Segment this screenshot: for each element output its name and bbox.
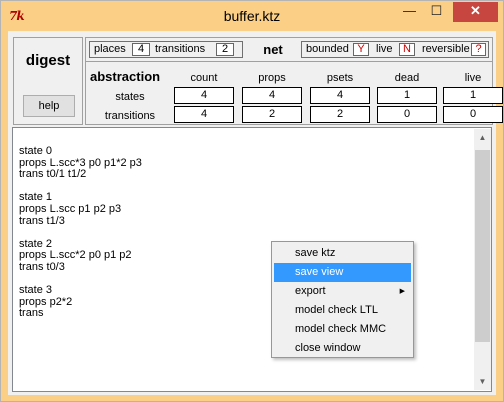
menu-item-save-ktz[interactable]: save ktz: [274, 244, 411, 263]
minimize-button[interactable]: —: [396, 2, 423, 22]
column-header-psets: psets: [326, 72, 354, 84]
transitions-label: transitions: [155, 43, 206, 55]
transitions-dead-cell: 0: [377, 106, 437, 123]
places-transitions-box: places 4 transitions 2: [89, 41, 243, 58]
bounded-value: Y: [353, 43, 369, 56]
reversible-value: ?: [471, 43, 486, 56]
maximize-button[interactable]: ☐: [423, 2, 450, 22]
column-header-props: props: [258, 72, 286, 84]
state-listing: state 0 props L.scc*3 p0 p1*2 p3 trans t…: [19, 145, 142, 320]
live-label: live: [376, 43, 393, 55]
context-menu: save ktz save view export ▶ model check L…: [271, 241, 414, 358]
column-header-count: count: [190, 72, 218, 84]
abstraction-title: abstraction: [90, 69, 161, 84]
title-bar[interactable]: 7k buffer.ktz — ☐ ✕: [1, 1, 503, 31]
transitions-props-cell: 2: [242, 106, 302, 123]
states-live-cell: 1: [443, 87, 503, 104]
row-label-states: states: [115, 91, 145, 103]
digest-panel: digest help: [13, 37, 83, 125]
menu-item-export-label: export: [295, 285, 326, 297]
scrollbar-thumb[interactable]: [475, 150, 490, 342]
states-count-cell: 4: [174, 87, 234, 104]
menu-item-export[interactable]: export ▶: [274, 282, 411, 301]
reversible-label: reversible: [422, 43, 470, 55]
net-panel: places 4 transitions 2 net bounded Y liv…: [85, 37, 503, 125]
close-button[interactable]: ✕: [453, 2, 498, 22]
menu-item-save-view[interactable]: save view: [274, 263, 411, 282]
column-header-live: live: [464, 72, 482, 84]
vertical-scrollbar[interactable]: ▲ ▼: [474, 129, 491, 390]
row-label-transitions: transitions: [104, 110, 156, 122]
help-button[interactable]: help: [23, 95, 75, 117]
client-area: digest help places 4 transitions 2 net b…: [8, 31, 503, 395]
state-output-text[interactable]: state 0 props L.scc*3 p0 p1*2 p3 trans t…: [12, 127, 492, 392]
app-window: 7k buffer.ktz — ☐ ✕ digest help places 4…: [0, 0, 504, 402]
net-summary-bar: places 4 transitions 2 net bounded Y liv…: [86, 38, 492, 62]
net-label: net: [263, 42, 283, 57]
transitions-count-cell: 4: [174, 106, 234, 123]
scroll-down-arrow-icon[interactable]: ▼: [474, 373, 491, 390]
bounded-label: bounded: [306, 43, 349, 55]
states-dead-cell: 1: [377, 87, 437, 104]
digest-label: digest: [25, 52, 71, 69]
transitions-value: 2: [216, 43, 234, 56]
net-properties-box: bounded Y live N reversible ?: [301, 41, 489, 58]
menu-item-model-check-ltl[interactable]: model check LTL: [274, 301, 411, 320]
places-label: places: [94, 43, 126, 55]
menu-item-model-check-mmc[interactable]: model check MMC: [274, 320, 411, 339]
submenu-arrow-icon: ▶: [399, 288, 405, 295]
live-value: N: [399, 43, 415, 56]
states-psets-cell: 4: [310, 87, 370, 104]
menu-item-close-window[interactable]: close window: [274, 339, 411, 358]
scroll-up-arrow-icon[interactable]: ▲: [474, 129, 491, 146]
transitions-psets-cell: 2: [310, 106, 370, 123]
places-value: 4: [132, 43, 150, 56]
transitions-live-cell: 0: [443, 106, 503, 123]
states-props-cell: 4: [242, 87, 302, 104]
column-header-dead: dead: [394, 72, 420, 84]
